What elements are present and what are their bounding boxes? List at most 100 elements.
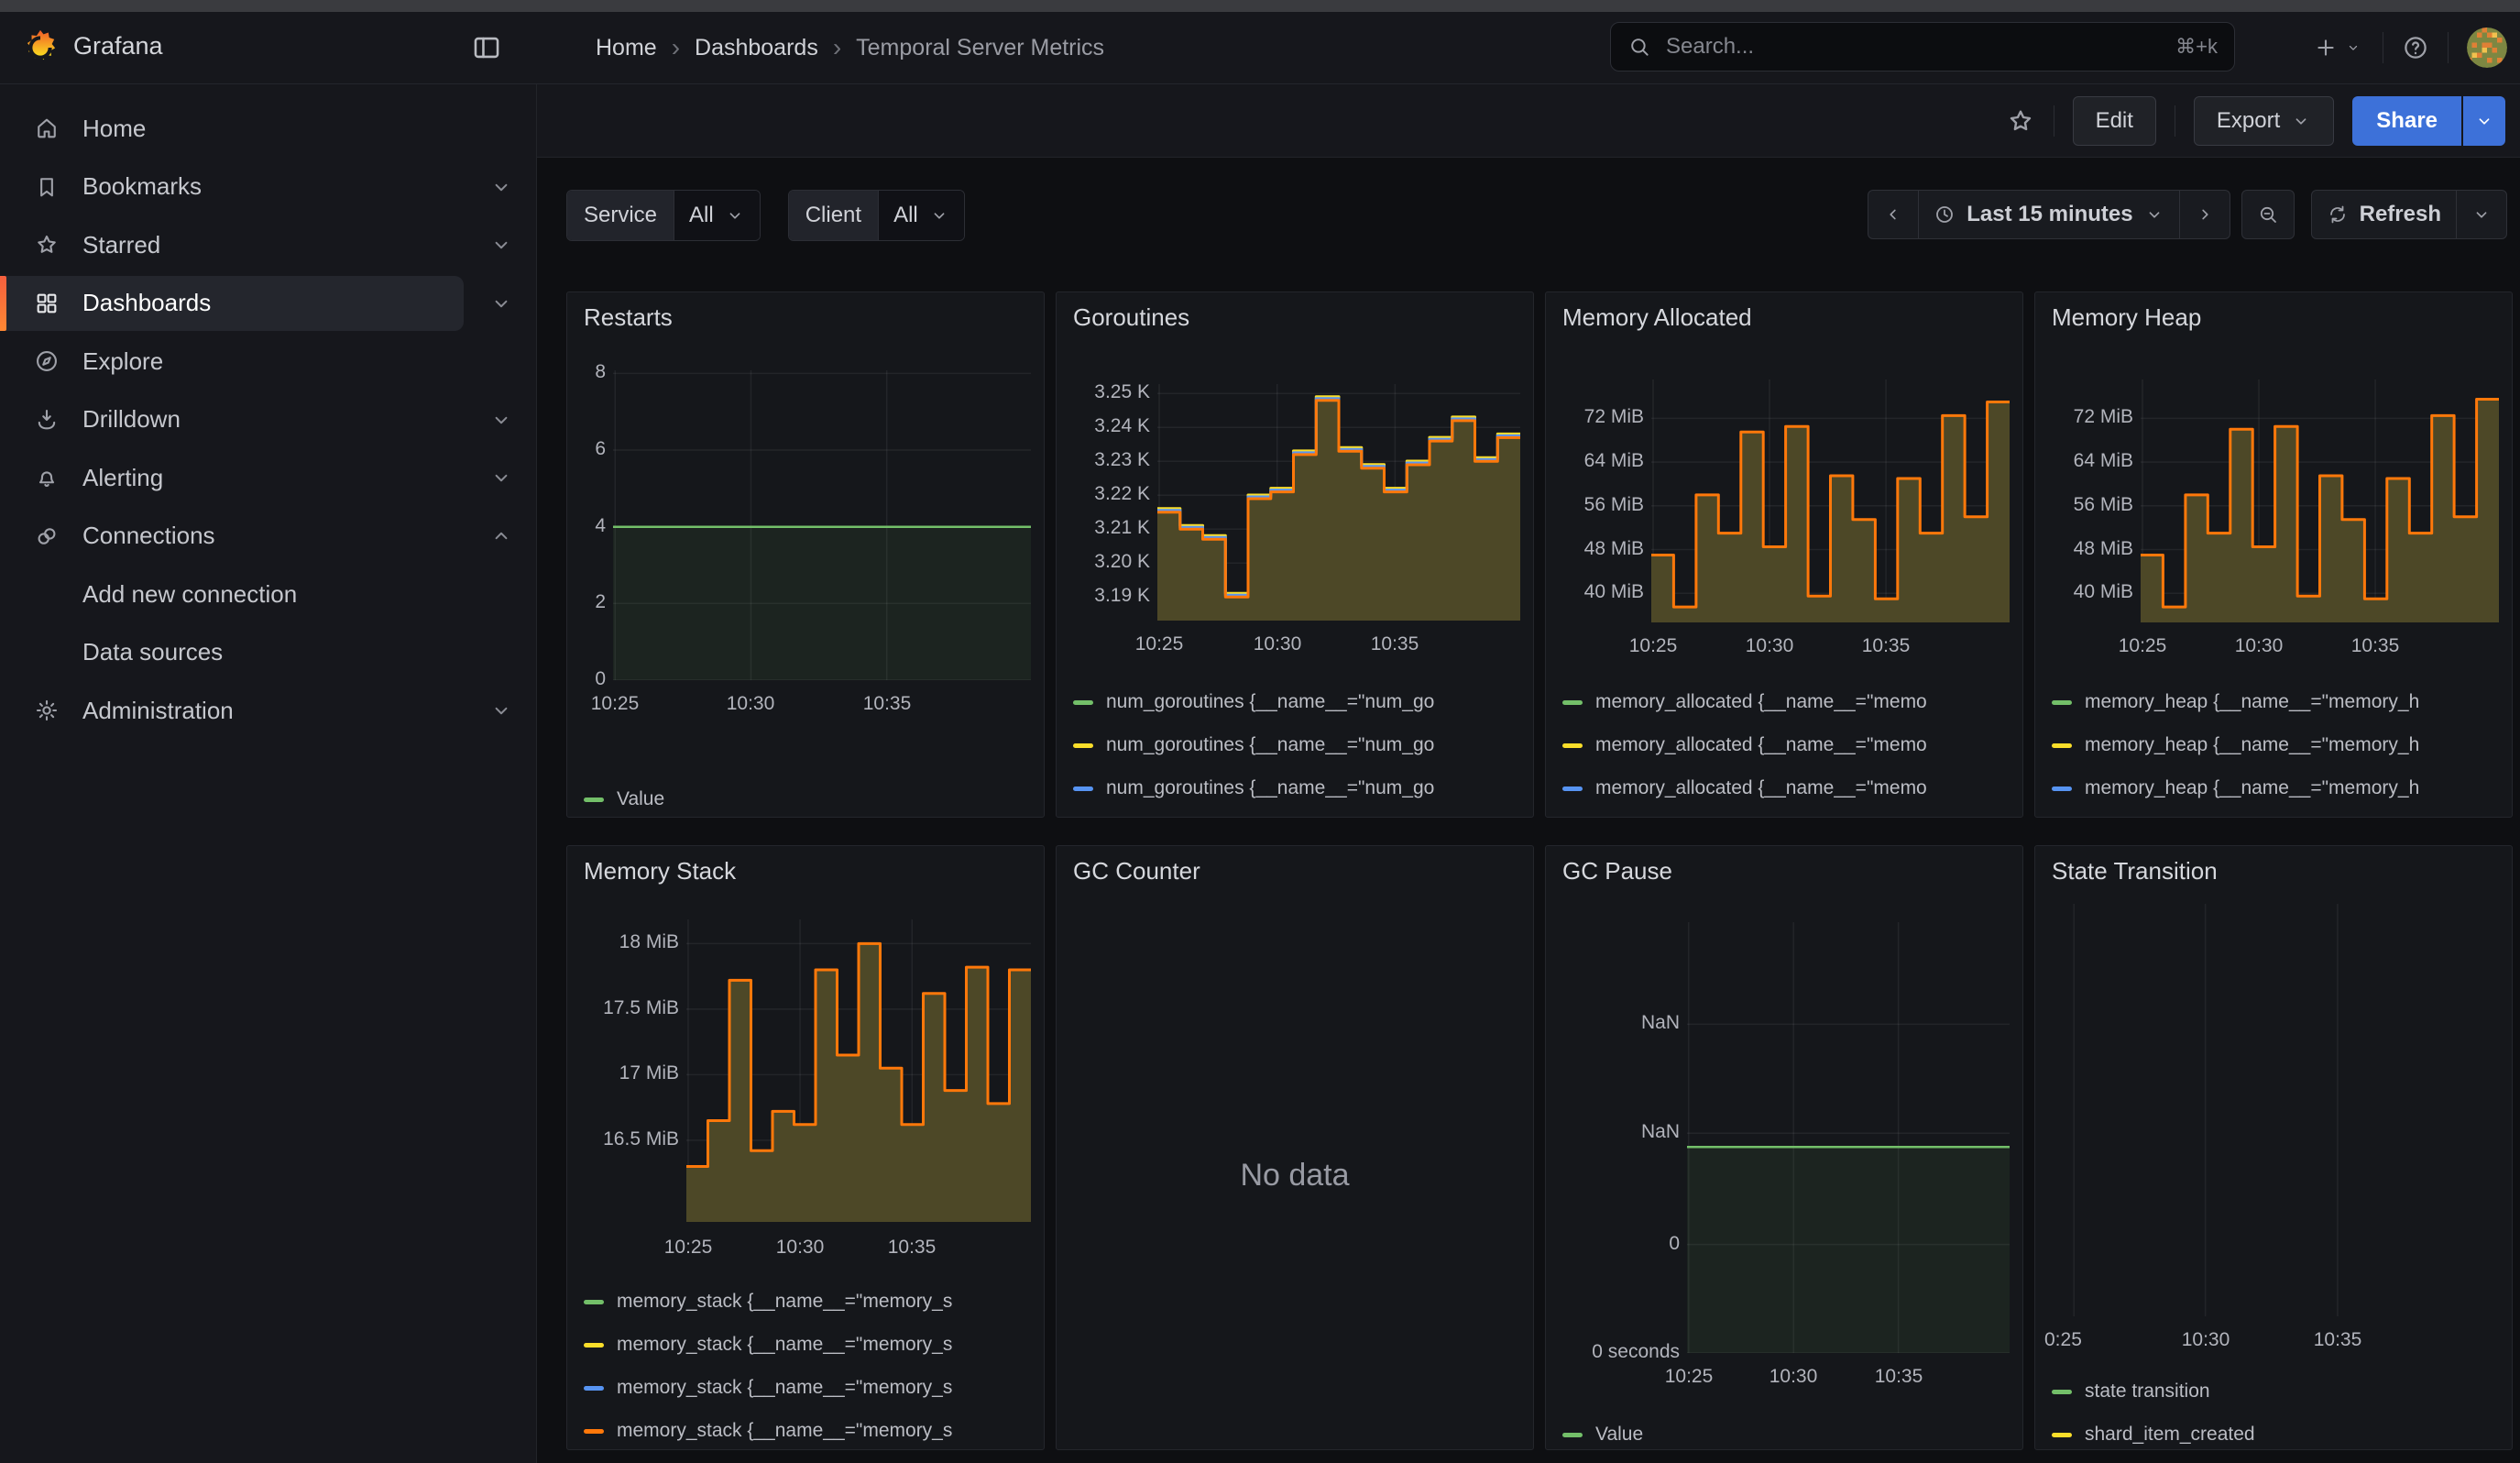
legend-item[interactable]: memory_stack {__name__="memory_s bbox=[584, 1286, 1036, 1317]
breadcrumb-item[interactable]: Home bbox=[596, 35, 657, 61]
clock-icon bbox=[1934, 204, 1956, 226]
y-axis-tick: 56 MiB bbox=[1546, 494, 1644, 516]
sidebar-item-add-new-connection[interactable]: Add new connection bbox=[0, 566, 464, 622]
legend-item[interactable]: memory_allocated {__name__="memo bbox=[1562, 730, 2015, 761]
y-axis-tick: 72 MiB bbox=[1546, 406, 1644, 428]
legend-item[interactable]: memory_heap {__name__="memory_h bbox=[2052, 773, 2504, 804]
home-icon bbox=[33, 116, 60, 141]
chevron-down-icon[interactable] bbox=[488, 697, 515, 724]
legend-item[interactable]: memory_stack {__name__="memory_s bbox=[584, 1415, 1036, 1446]
panel-title[interactable]: State Transition bbox=[2052, 857, 2218, 886]
sidebar-item-administration[interactable]: Administration bbox=[0, 683, 464, 738]
legend-item[interactable]: num_goroutines {__name__="num_go bbox=[1073, 687, 1526, 718]
legend-item[interactable]: memory_heap {__name__="memory_h bbox=[2052, 811, 2504, 818]
sidebar-item-dashboards[interactable]: Dashboards bbox=[0, 276, 464, 331]
chevron-down-icon[interactable] bbox=[488, 406, 515, 434]
add-button[interactable] bbox=[2313, 35, 2364, 60]
time-forward-button[interactable] bbox=[2179, 190, 2230, 239]
time-range-picker[interactable]: Last 15 minutes bbox=[1918, 190, 2179, 239]
refresh-button[interactable]: Refresh bbox=[2311, 190, 2457, 239]
legend-item[interactable]: Value bbox=[1562, 1419, 2015, 1450]
legend-item[interactable]: num_goroutines {__name__="num_go bbox=[1073, 811, 1526, 818]
search-box[interactable]: ⌘+k bbox=[1610, 22, 2235, 72]
panel-gc-counter: GC CounterNo data bbox=[1056, 845, 1534, 1450]
help-button[interactable] bbox=[2402, 34, 2429, 61]
x-axis-tick: 10:25 bbox=[2119, 635, 2167, 657]
sidebar-item-alerting[interactable]: Alerting bbox=[0, 450, 464, 505]
y-axis-tick: 2 bbox=[567, 591, 606, 613]
legend-item[interactable]: Value bbox=[584, 784, 1036, 815]
sidebar-item-starred[interactable]: Starred bbox=[0, 217, 464, 272]
panel-title[interactable]: Memory Heap bbox=[2052, 303, 2201, 332]
chevron-down-icon[interactable] bbox=[488, 464, 515, 491]
panel-title[interactable]: Memory Allocated bbox=[1562, 303, 1752, 332]
panel-title[interactable]: Goroutines bbox=[1073, 303, 1189, 332]
legend-item[interactable]: memory_heap {__name__="memory_h bbox=[2052, 687, 2504, 718]
search-shortcut: ⌘+k bbox=[2175, 35, 2218, 59]
legend-item[interactable]: shard_item_created bbox=[2052, 1419, 2504, 1450]
sidebar-toggle-icon[interactable] bbox=[471, 32, 502, 63]
sidebar-item-data-sources[interactable]: Data sources bbox=[0, 625, 464, 680]
chevron-down-icon bbox=[2291, 111, 2311, 131]
chart-goroutines[interactable] bbox=[1157, 384, 1520, 621]
sidebar-item-explore[interactable]: Explore bbox=[0, 334, 464, 389]
legend-label: num_goroutines {__name__="num_go bbox=[1106, 816, 1434, 818]
share-button[interactable]: Share bbox=[2352, 96, 2461, 146]
share-dropdown-button[interactable] bbox=[2463, 96, 2505, 146]
legend-item[interactable]: memory_allocated {__name__="memo bbox=[1562, 687, 2015, 718]
sidebar-item-home[interactable]: Home bbox=[0, 101, 464, 156]
chart-state-transition[interactable] bbox=[2044, 904, 2499, 1316]
legend-item[interactable]: memory_allocated {__name__="memo bbox=[1562, 773, 2015, 804]
y-axis-tick: 48 MiB bbox=[1546, 538, 1644, 560]
search-input[interactable] bbox=[1664, 33, 2163, 60]
export-button[interactable]: Export bbox=[2194, 96, 2334, 146]
legend-item[interactable]: memory_allocated {__name__="memo bbox=[1562, 811, 2015, 818]
time-back-button[interactable] bbox=[1868, 190, 1919, 239]
panel-memory-allocated: Memory Allocated72 MiB64 MiB56 MiB48 MiB… bbox=[1545, 292, 2023, 818]
sidebar-item-drilldown[interactable]: Drilldown bbox=[0, 392, 464, 447]
panel-title[interactable]: GC Pause bbox=[1562, 857, 1672, 886]
legend-color-marker bbox=[2052, 786, 2072, 791]
sidebar-item-bookmarks[interactable]: Bookmarks bbox=[0, 160, 464, 214]
chart-memory-stack[interactable] bbox=[686, 919, 1031, 1222]
sidebar-item-label: Alerting bbox=[82, 464, 163, 492]
plus-icon bbox=[2313, 35, 2339, 60]
x-axis-tick: 10:35 bbox=[863, 693, 912, 715]
legend-item[interactable]: memory_stack {__name__="memory_s bbox=[584, 1372, 1036, 1403]
chevron-down-icon[interactable] bbox=[488, 290, 515, 317]
chart-restarts[interactable] bbox=[613, 370, 1031, 680]
chevron-up-icon[interactable] bbox=[488, 522, 515, 550]
legend-color-marker bbox=[1073, 786, 1093, 791]
legend-label: shard_item_created bbox=[2085, 1424, 2255, 1446]
refresh-interval-dropdown[interactable] bbox=[2456, 190, 2507, 239]
filter-value-dropdown[interactable]: All bbox=[878, 191, 964, 240]
filter-label: Service bbox=[567, 191, 674, 240]
y-axis-tick: 40 MiB bbox=[1546, 581, 1644, 603]
legend-item[interactable]: memory_stack {__name__="memory_s bbox=[584, 1329, 1036, 1360]
breadcrumb-item[interactable]: Dashboards bbox=[695, 35, 818, 61]
chart-gc-pause[interactable] bbox=[1687, 922, 2010, 1353]
legend-item[interactable]: num_goroutines {__name__="num_go bbox=[1073, 730, 1526, 761]
legend-item[interactable]: state transition bbox=[2052, 1376, 2504, 1407]
x-axis-tick: 10:30 bbox=[727, 693, 775, 715]
filter-value-dropdown[interactable]: All bbox=[674, 191, 760, 240]
chevron-down-icon[interactable] bbox=[488, 231, 515, 258]
chart-memory-allocated[interactable] bbox=[1651, 380, 2010, 622]
zoom-out-button[interactable] bbox=[2241, 190, 2295, 239]
favorite-star-button[interactable] bbox=[2006, 106, 2035, 136]
legend-item[interactable]: num_goroutines {__name__="num_go bbox=[1073, 773, 1526, 804]
legend-item[interactable]: memory_heap {__name__="memory_h bbox=[2052, 730, 2504, 761]
sidebar-item-connections[interactable]: Connections bbox=[0, 509, 464, 564]
filter-client: ClientAll bbox=[788, 190, 965, 241]
panel-gc-pause: GC PauseNaNNaN00 seconds10:2510:3010:35V… bbox=[1545, 845, 2023, 1450]
edit-button[interactable]: Edit bbox=[2073, 96, 2156, 146]
y-axis-tick: 3.23 K bbox=[1057, 449, 1150, 471]
panel-title[interactable]: Memory Stack bbox=[584, 857, 736, 886]
legend-color-marker bbox=[2052, 743, 2072, 748]
panel-title[interactable]: Restarts bbox=[584, 303, 673, 332]
chevron-down-icon[interactable] bbox=[488, 173, 515, 201]
avatar[interactable] bbox=[2467, 28, 2507, 68]
chart-memory-heap[interactable] bbox=[2141, 380, 2499, 622]
x-axis-tick: 10:35 bbox=[2314, 1329, 2362, 1351]
chevron-down-icon bbox=[2474, 111, 2494, 131]
